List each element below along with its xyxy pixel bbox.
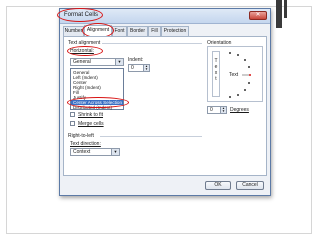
close-icon: ✕ (255, 12, 261, 18)
horizontal-highlight-ring (67, 46, 103, 56)
right-to-left-group-label: Right-to-left (68, 133, 94, 139)
horizontal-select[interactable]: General ▼ (70, 58, 124, 66)
tab-protection[interactable]: Protection (161, 26, 189, 36)
indent-label: Indent: (128, 57, 144, 63)
orientation-dial-label: Text (229, 72, 239, 78)
tab-border[interactable]: Border (127, 26, 148, 36)
merge-cells-checkbox[interactable] (70, 121, 75, 126)
cancel-button[interactable]: Cancel (236, 181, 264, 190)
tab-fill[interactable]: Fill (148, 26, 161, 36)
tab-number[interactable]: Number (63, 26, 84, 36)
chevron-down-icon: ▼ (115, 59, 123, 65)
tab-font[interactable]: Font (112, 26, 127, 36)
shrink-to-fit-label: Shrink to fit (78, 112, 104, 118)
spin-arrows-icon: ▲ ▼ (220, 106, 226, 113)
spin-arrows-icon: ▲ ▼ (143, 64, 149, 71)
orientation-box: T e x t Text (207, 46, 263, 102)
degrees-spinner[interactable]: 0 ▲ ▼ (207, 106, 227, 114)
text-direction-label: Text direction: (70, 141, 101, 147)
orientation-dial-icon[interactable] (222, 49, 262, 101)
text-direction-select[interactable]: Context ▼ (70, 148, 120, 156)
degrees-label: Degrees (230, 107, 249, 113)
merge-cells-label: Merge cells (78, 121, 104, 127)
slide-accent-bar (276, 0, 282, 28)
option-highlight-ring (67, 97, 129, 108)
ok-button[interactable]: OK (205, 181, 231, 190)
chevron-down-icon: ▼ (111, 149, 119, 155)
group-divider (100, 136, 202, 137)
title-highlight-ring (57, 8, 103, 22)
close-button[interactable]: ✕ (249, 11, 267, 20)
alignment-panel: Text alignment Horizontal: General ▼ Ind… (63, 36, 267, 176)
shrink-to-fit-checkbox[interactable] (70, 112, 75, 117)
vertical-text-toggle[interactable]: T e x t (212, 51, 220, 97)
group-divider (102, 43, 202, 44)
format-cells-dialog: Format Cells ✕ Number Alignment Font Bor… (57, 8, 271, 196)
slide-accent-bar-thin (284, 0, 287, 18)
indent-spinner[interactable]: 0 ▲ ▼ (128, 64, 150, 72)
